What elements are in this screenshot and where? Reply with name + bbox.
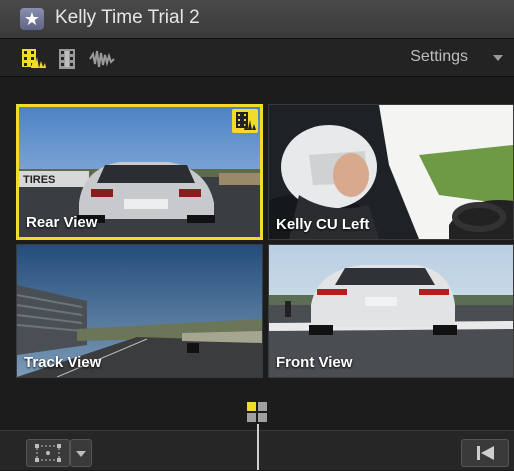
star-icon: ★ — [20, 8, 44, 30]
angle-tile-rear-view[interactable]: TIRES Rear View — [16, 104, 263, 240]
transform-icon — [35, 444, 61, 462]
settings-menu[interactable]: Settings — [410, 48, 468, 66]
go-to-start-button[interactable] — [461, 439, 509, 467]
go-to-start-icon — [477, 446, 494, 460]
bank-cell — [258, 402, 267, 411]
angle-tile-kelly-cu-left[interactable]: Kelly CU Left — [268, 104, 514, 240]
dropdown-arrow-icon — [76, 451, 86, 457]
toolbar: Settings — [0, 39, 514, 77]
angle-label: Front View — [276, 354, 353, 371]
angle-label: Rear View — [26, 214, 98, 231]
video-only-icon[interactable] — [58, 48, 76, 70]
chevron-down-icon[interactable] — [492, 54, 504, 62]
multicam-video-audio-icon — [236, 112, 256, 130]
multicam-video-audio-icon[interactable] — [21, 48, 47, 70]
transform-menu-button[interactable] — [70, 439, 92, 467]
playhead[interactable] — [257, 424, 259, 470]
angle-tile-front-view[interactable]: Front View — [268, 244, 514, 378]
window-title: Kelly Time Trial 2 — [55, 7, 200, 28]
svg-text:TIRES: TIRES — [23, 174, 55, 186]
angle-label: Kelly CU Left — [276, 216, 370, 233]
active-angle-badge — [232, 109, 258, 133]
title-bar: ★ Kelly Time Trial 2 — [0, 0, 514, 39]
bank-indicator[interactable] — [247, 402, 269, 424]
audio-only-icon[interactable] — [89, 48, 115, 70]
bank-cell-active — [247, 402, 256, 411]
bank-cell — [247, 413, 256, 422]
bank-cell — [258, 413, 267, 422]
angle-viewer: TIRES Rear View Kelly CU Left Track View… — [0, 77, 514, 429]
angle-tile-track-view[interactable]: Track View — [16, 244, 263, 378]
angle-label: Track View — [24, 354, 102, 371]
transform-button[interactable] — [26, 439, 70, 467]
